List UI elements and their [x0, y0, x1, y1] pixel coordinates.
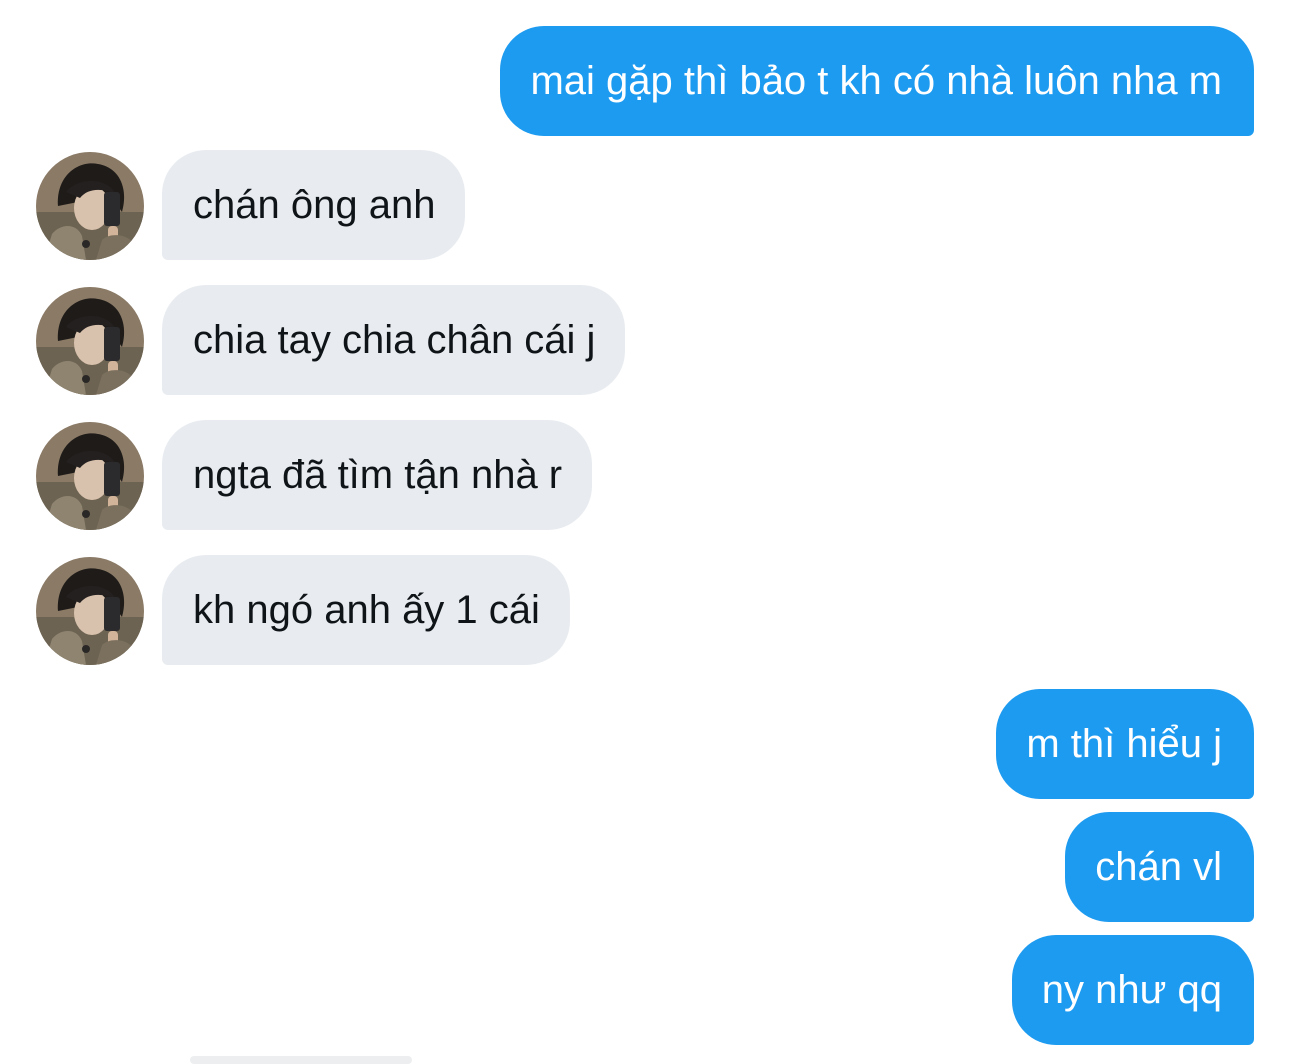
sender-avatar[interactable] — [36, 422, 144, 530]
profile-photo-icon — [36, 422, 144, 530]
sender-avatar[interactable] — [36, 287, 144, 395]
incoming-message-bubble[interactable]: chán ông anh — [162, 150, 466, 260]
message-thread: mai gặp thì bảo t kh có nhà luôn nha m c… — [0, 0, 1290, 1064]
outgoing-message-bubble[interactable]: mai gặp thì bảo t kh có nhà luôn nha m — [500, 26, 1254, 136]
incoming-message-bubble[interactable]: ngta đã tìm tận nhà r — [162, 420, 593, 530]
outgoing-message-bubble[interactable]: chán vl — [1065, 812, 1254, 922]
incoming-message-bubble[interactable]: chia tay chia chân cái j — [162, 285, 626, 395]
profile-photo-icon — [36, 287, 144, 395]
outgoing-message-bubble[interactable]: m thì hiểu j — [996, 689, 1254, 799]
incoming-message-bubble[interactable]: kh ngó anh ấy 1 cái — [162, 555, 570, 665]
profile-photo-icon — [36, 557, 144, 665]
outgoing-message-bubble[interactable]: ny như qq — [1011, 935, 1254, 1045]
sender-avatar[interactable] — [36, 557, 144, 665]
sender-avatar[interactable] — [36, 152, 144, 260]
next-message-edge — [190, 1056, 412, 1064]
profile-photo-icon — [36, 152, 144, 260]
